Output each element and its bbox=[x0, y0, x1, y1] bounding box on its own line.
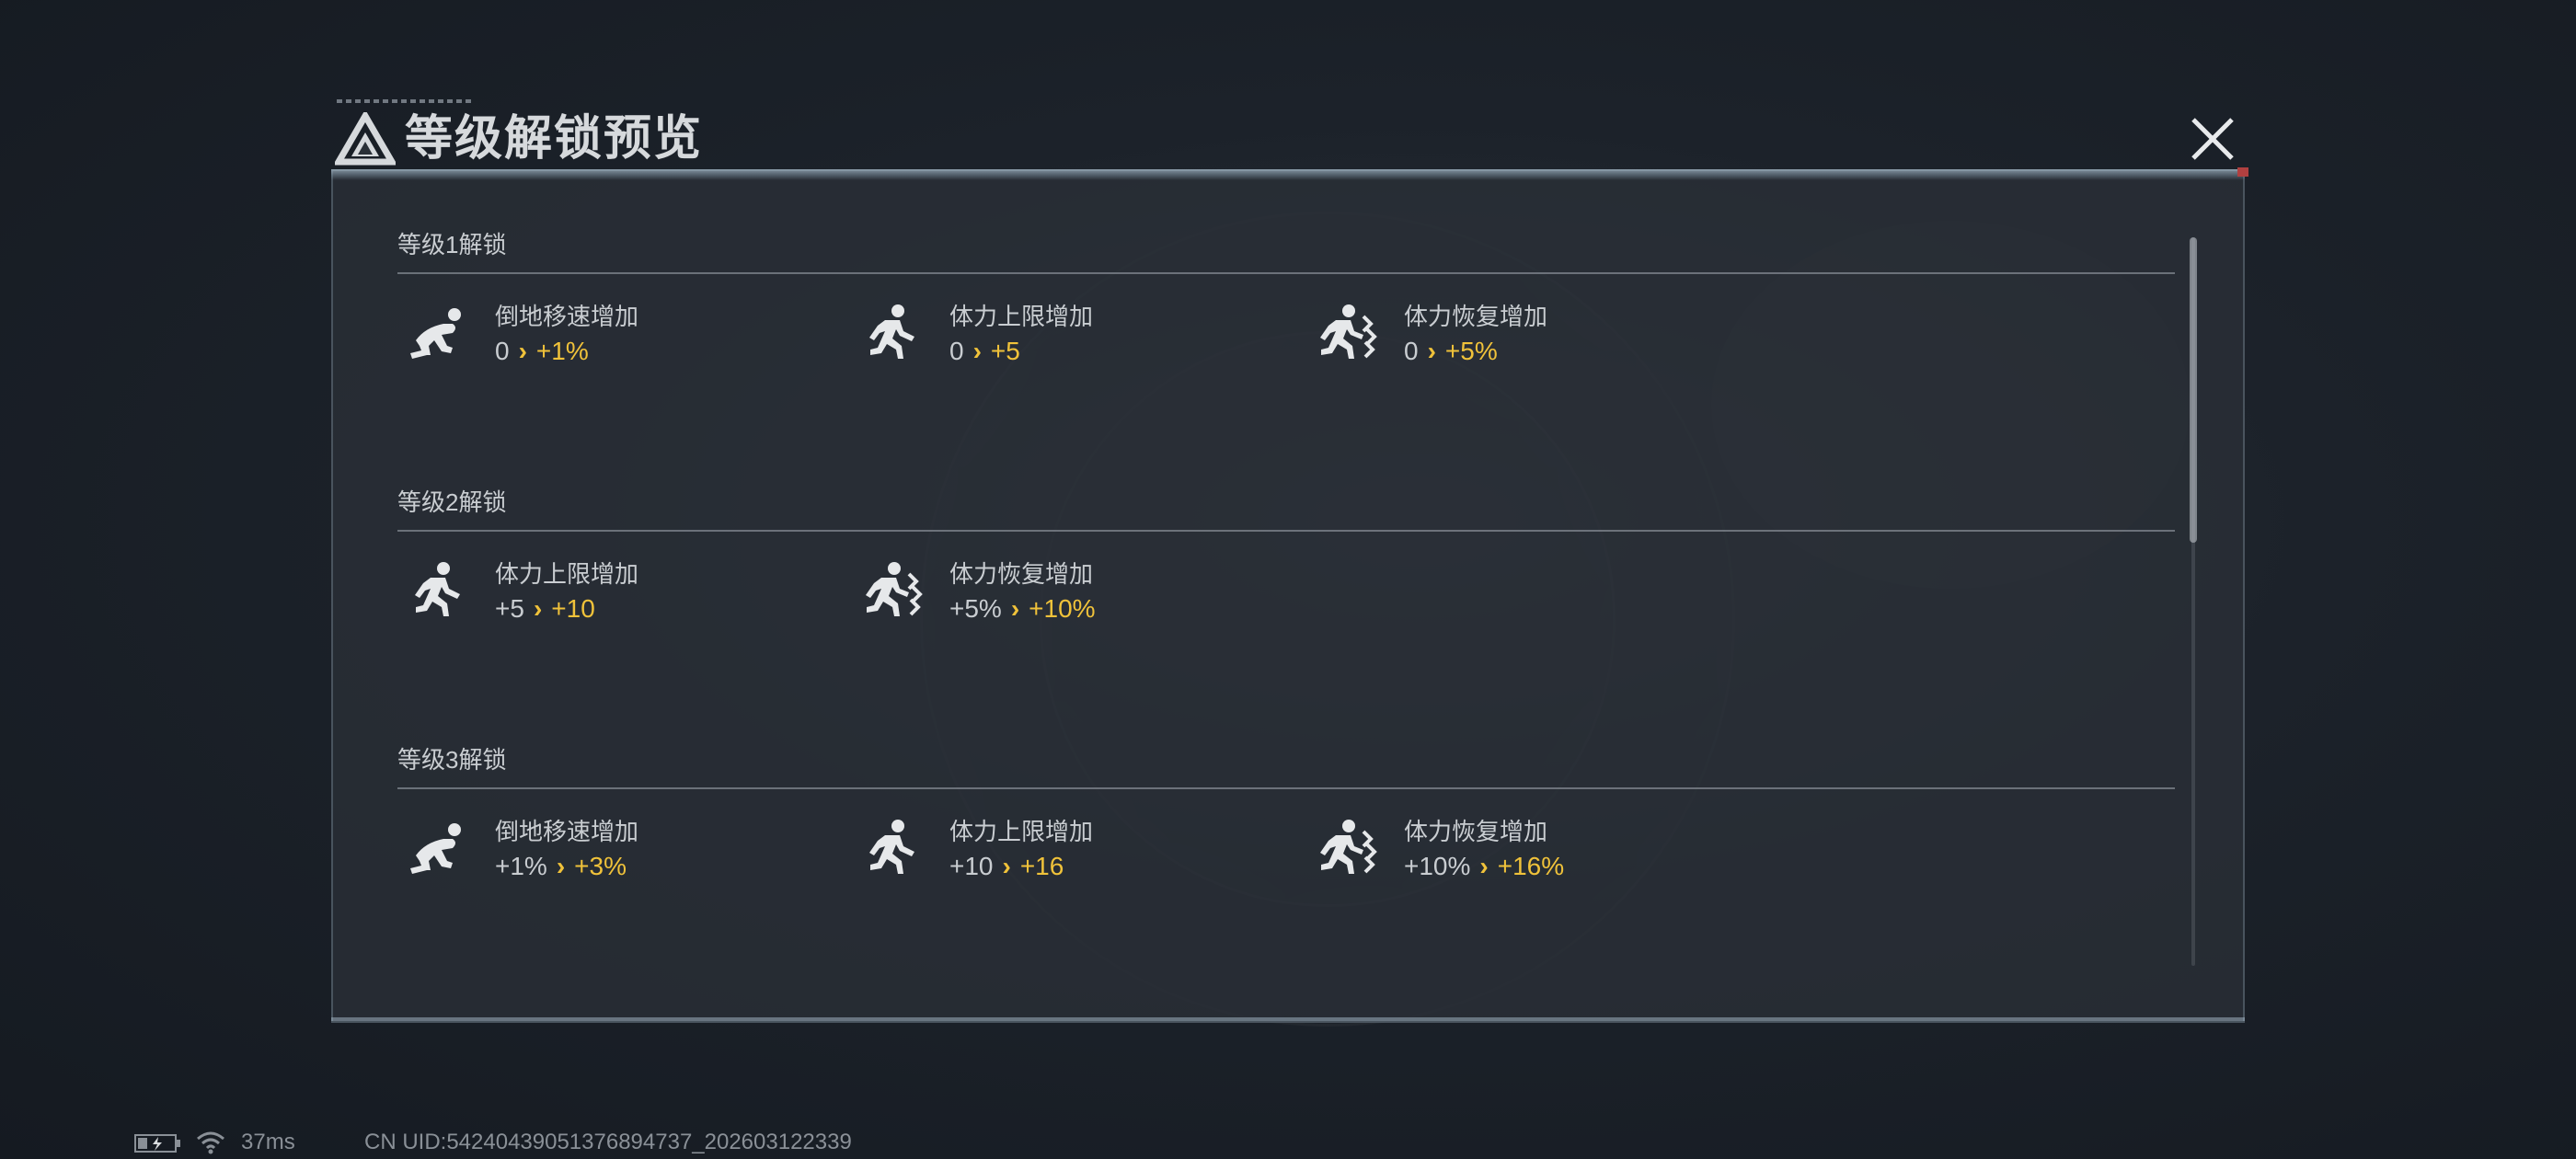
chevron-right-icon: › bbox=[518, 337, 527, 365]
unlock-item: 体力恢复增加 +5% › +10% bbox=[852, 556, 1275, 629]
unlock-item: 体力上限增加 0 › +5 bbox=[852, 298, 1275, 372]
value-to: +16 bbox=[1019, 852, 1064, 880]
wifi-icon bbox=[197, 1131, 224, 1154]
run-icon bbox=[415, 562, 460, 616]
value-to: +5 bbox=[990, 337, 1020, 365]
section-title: 等级1解锁 bbox=[397, 231, 507, 258]
value-to: +5% bbox=[1444, 337, 1498, 365]
panel-bottom-border bbox=[331, 1017, 2245, 1021]
section-divider bbox=[397, 787, 2175, 789]
chevron-right-icon: › bbox=[533, 594, 543, 623]
value-to: +10% bbox=[1029, 594, 1096, 623]
value-to: +1% bbox=[535, 337, 589, 365]
value-to: +16% bbox=[1497, 852, 1565, 880]
chevron-right-icon: › bbox=[1427, 337, 1436, 365]
value-to: +10 bbox=[551, 594, 595, 623]
unlock-item-name: 体力上限增加 bbox=[949, 818, 1094, 845]
value-to: +3% bbox=[574, 852, 627, 880]
section-title: 等级3解锁 bbox=[397, 746, 507, 774]
unlock-item-name: 体力恢复增加 bbox=[949, 560, 1094, 588]
unlock-item: 体力恢复增加 +10% › +16% bbox=[1306, 813, 1730, 887]
value-from: +5% bbox=[949, 594, 1002, 623]
unlock-item-name: 倒地移速增加 bbox=[495, 818, 639, 845]
dialog-header: 等级解锁预览 bbox=[331, 99, 2245, 180]
unlock-item-name: 体力上限增加 bbox=[495, 560, 639, 588]
unlock-item: 倒地移速增加 +1% › +3% bbox=[397, 813, 821, 887]
unlock-item-values: +10 › +16 bbox=[949, 850, 1064, 883]
unlock-item: 体力上限增加 +10 › +16 bbox=[852, 813, 1275, 887]
unlock-section-level-2: 等级2解锁 体力上限增加 +5 › +10 体力恢复增加 +5% › +10% bbox=[397, 486, 2175, 623]
chevron-right-icon: › bbox=[556, 852, 566, 880]
value-from: 0 bbox=[949, 337, 964, 365]
scrollbar-thumb[interactable] bbox=[2190, 237, 2197, 543]
unlock-item-name: 倒地移速增加 bbox=[495, 303, 639, 330]
value-from: 0 bbox=[1404, 337, 1419, 365]
run-recover-icon bbox=[1318, 819, 1376, 876]
unlock-item-values: +5% › +10% bbox=[949, 592, 1096, 625]
run-recover-icon bbox=[864, 561, 922, 618]
unlock-item-values: +10% › +16% bbox=[1404, 850, 1564, 883]
section-divider bbox=[397, 272, 2175, 274]
value-from: +10% bbox=[1404, 852, 1471, 880]
unlock-item-values: 0 › +1% bbox=[495, 335, 589, 368]
latency-text: 37ms bbox=[241, 1130, 295, 1154]
close-icon bbox=[2191, 118, 2234, 160]
close-button[interactable] bbox=[2180, 107, 2245, 171]
dialog-title: 等级解锁预览 bbox=[405, 111, 704, 166]
unlock-item: 体力上限增加 +5 › +10 bbox=[397, 556, 821, 629]
unlock-item-values: +5 › +10 bbox=[495, 592, 595, 625]
triangle-logo-icon bbox=[335, 112, 396, 166]
value-from: +5 bbox=[495, 594, 524, 623]
crawl-icon bbox=[410, 823, 461, 874]
unlock-section-level-3: 等级3解锁 倒地移速增加 +1% › +3% 体力上限增加 +10 › +16 体力恢复… bbox=[397, 743, 2175, 880]
chevron-right-icon: › bbox=[1479, 852, 1489, 880]
unlock-section-level-1: 等级1解锁 倒地移速增加 0 › +1% 体力上限增加 0 › +5 体力恢复增加 0 ›… bbox=[397, 228, 2175, 365]
section-title: 等级2解锁 bbox=[397, 488, 507, 516]
unlock-item: 倒地移速增加 0 › +1% bbox=[397, 298, 821, 372]
unlock-item: 体力恢复增加 0 › +5% bbox=[1306, 298, 1730, 372]
title-decoration bbox=[337, 99, 475, 103]
value-from: +10 bbox=[949, 852, 994, 880]
chevron-right-icon: › bbox=[1010, 594, 1020, 623]
section-divider bbox=[397, 530, 2175, 532]
run-icon bbox=[869, 820, 914, 874]
run-icon bbox=[869, 304, 914, 359]
unlock-item-name: 体力上限增加 bbox=[949, 303, 1094, 330]
user-id-text: CN UID:54240439051376894737_202603122339 bbox=[364, 1130, 852, 1154]
crawl-icon bbox=[410, 308, 461, 359]
unlock-item-values: 0 › +5% bbox=[1404, 335, 1498, 368]
value-from: +1% bbox=[495, 852, 547, 880]
unlock-item-name: 体力恢复增加 bbox=[1404, 818, 1548, 845]
chevron-right-icon: › bbox=[972, 337, 982, 365]
unlock-item-values: +1% › +3% bbox=[495, 850, 627, 883]
value-from: 0 bbox=[495, 337, 510, 365]
battery-charging-icon bbox=[134, 1134, 180, 1153]
unlock-item-values: 0 › +5 bbox=[949, 335, 1020, 368]
unlock-item-name: 体力恢复增加 bbox=[1404, 303, 1548, 330]
chevron-right-icon: › bbox=[1002, 852, 1011, 880]
run-recover-icon bbox=[1318, 304, 1376, 361]
